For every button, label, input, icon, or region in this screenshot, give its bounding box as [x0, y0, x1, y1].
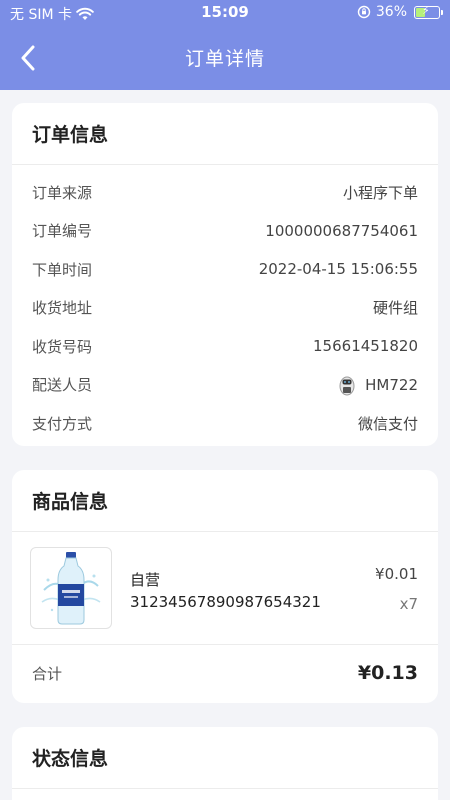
- total-label: 合计: [32, 664, 63, 683]
- order-info-title: 订单信息: [12, 103, 438, 165]
- product-price: ¥0.01: [375, 565, 418, 583]
- info-value: 1000000687754061: [265, 221, 418, 240]
- info-value: 小程序下单: [342, 183, 418, 202]
- info-label: 订单编号: [32, 222, 93, 241]
- info-row-order-time: 下单时间 2022-04-15 15:06:55: [12, 250, 438, 289]
- info-row-courier: 配送人员 HM722: [12, 366, 438, 405]
- product-info-card: 商品信息 自营 31234567890987654321 ¥0.01 x7 合计…: [12, 470, 438, 703]
- info-label: 收货号码: [32, 337, 93, 356]
- total-row: 合计 ¥0.13: [12, 645, 438, 701]
- info-label: 支付方式: [32, 414, 93, 433]
- product-quantity: x7: [399, 595, 418, 613]
- info-row-phone: 收货号码 15661451820: [12, 327, 438, 366]
- courier-id: HM722: [365, 375, 418, 394]
- product-text: 自营 31234567890987654321: [130, 569, 321, 613]
- header: 无 SIM 卡 15:09 36% ⚡ 订单详情: [0, 0, 450, 90]
- info-label: 订单来源: [32, 183, 93, 202]
- battery-icon: ⚡: [414, 3, 443, 19]
- info-row-address: 收货地址 硬件组: [12, 289, 438, 328]
- total-value: ¥0.13: [357, 662, 418, 684]
- info-label: 下单时间: [32, 260, 93, 279]
- battery-percent: 36%: [375, 4, 407, 20]
- info-row-payment: 支付方式 微信支付: [12, 404, 438, 443]
- status-bar: 无 SIM 卡 15:09 36% ⚡: [0, 0, 450, 26]
- product-image: [30, 547, 112, 629]
- info-label: 收货地址: [32, 299, 93, 318]
- robot-avatar-icon: [339, 376, 355, 396]
- info-label: 配送人员: [32, 376, 93, 395]
- courier-value: HM722: [337, 374, 418, 396]
- info-value: 15661451820: [313, 337, 418, 356]
- water-bottle-icon: [41, 552, 101, 625]
- info-row-source: 订单来源 小程序下单: [12, 173, 438, 212]
- info-value: 2022-04-15 15:06:55: [258, 260, 418, 279]
- info-row-order-number: 订单编号 1000000687754061: [12, 212, 438, 251]
- nav-bar: 订单详情: [0, 26, 450, 90]
- order-info-list: 订单来源 小程序下单 订单编号 1000000687754061 下单时间 20…: [12, 165, 438, 446]
- charging-bolt-icon: ⚡: [422, 3, 430, 17]
- status-info-card: 状态信息: [12, 727, 438, 800]
- status-info-title: 状态信息: [12, 727, 438, 789]
- product-item[interactable]: 自营 31234567890987654321 ¥0.01 x7: [12, 532, 438, 645]
- order-info-card: 订单信息 订单来源 小程序下单 订单编号 1000000687754061 下单…: [12, 103, 438, 446]
- info-value: 微信支付: [357, 414, 418, 433]
- orientation-lock-icon: [357, 5, 371, 19]
- page-title: 订单详情: [184, 48, 265, 70]
- status-right: 36% ⚡: [357, 3, 443, 20]
- product-info-title: 商品信息: [12, 470, 438, 532]
- product-code: 31234567890987654321: [130, 593, 321, 611]
- product-brand: 自营: [130, 571, 161, 589]
- info-value: 硬件组: [372, 299, 418, 318]
